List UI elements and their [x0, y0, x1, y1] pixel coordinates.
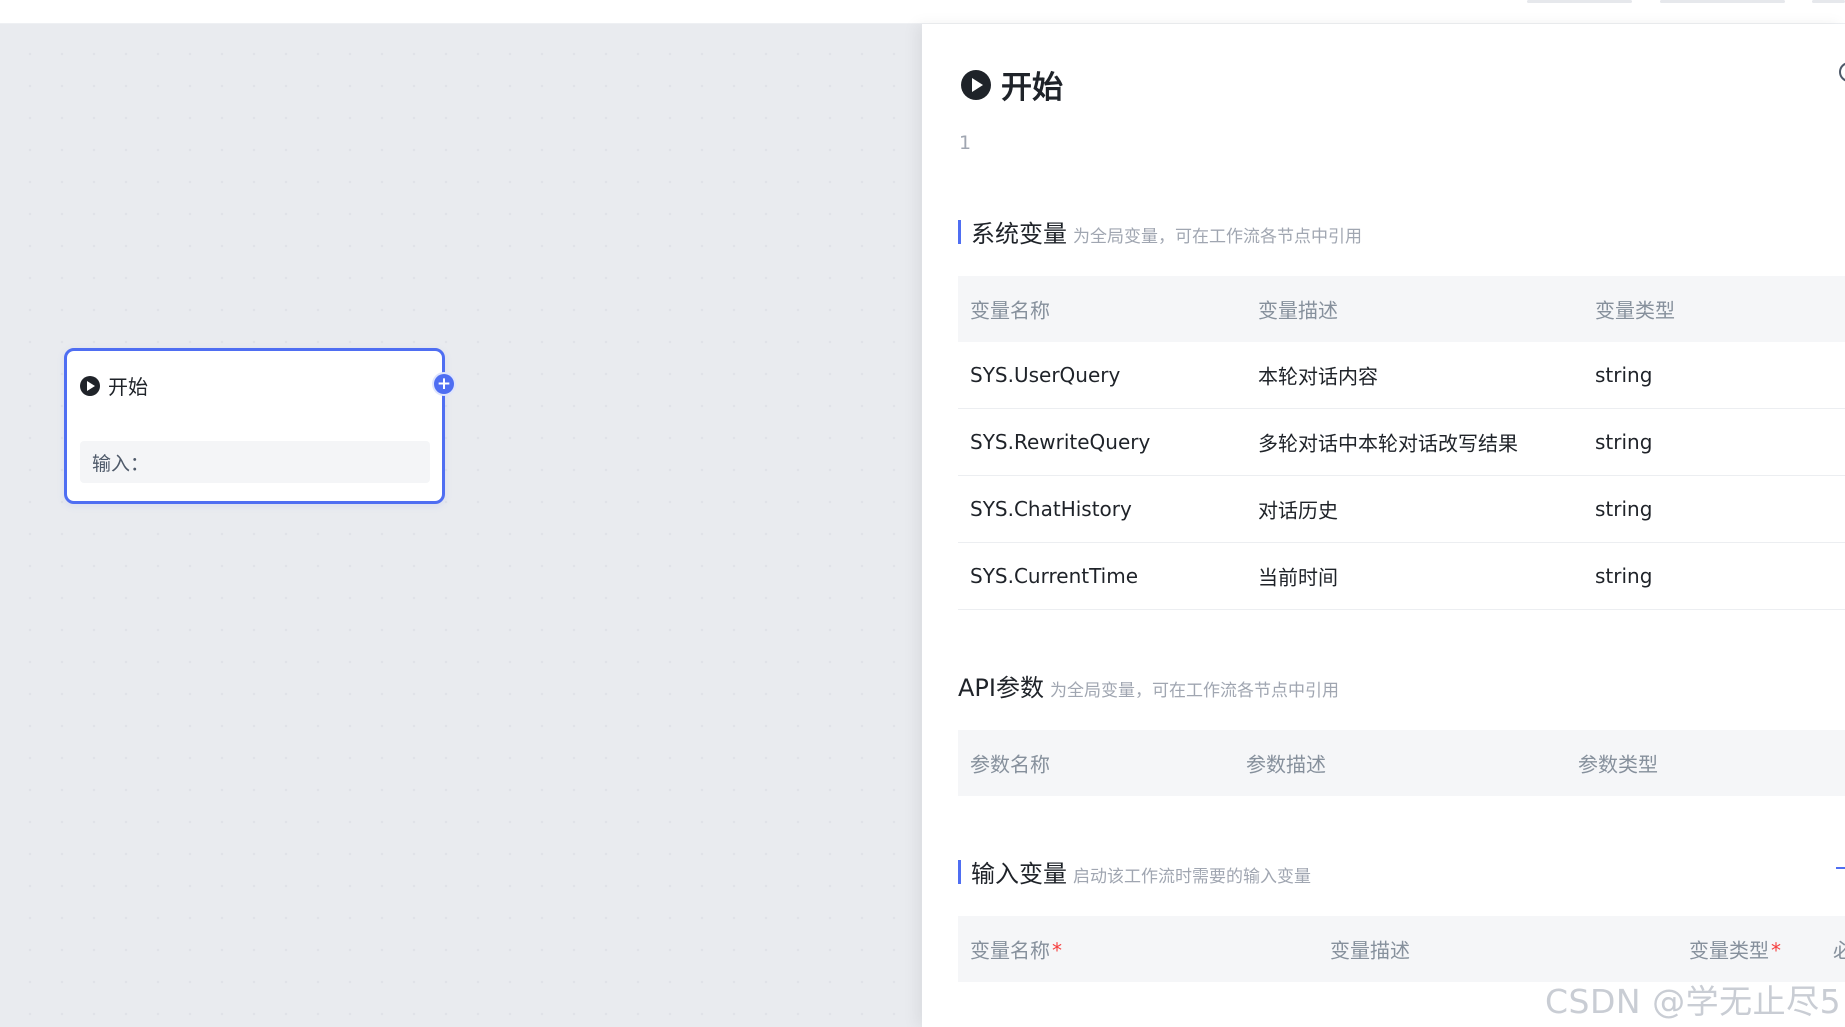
panel-description[interactable]: 1	[959, 132, 971, 154]
column-header-label: 变量名称	[970, 938, 1050, 963]
input-vars-section-title: 输入变量 启动该工作流时需要的输入变量	[958, 854, 1311, 889]
plus-circle-icon[interactable]: +	[434, 374, 454, 394]
start-node[interactable]: 开始 输入： +	[64, 348, 454, 504]
api-params-section-title: API参数 为全局变量，可在工作流各节点中引用	[958, 668, 1339, 703]
top-bar-button[interactable]	[1812, 0, 1845, 3]
table-header: 参数名称 参数描述 参数类型	[958, 730, 1845, 796]
table-row: SYS.CurrentTime 当前时间 string	[958, 543, 1845, 610]
column-header: 必	[1833, 938, 1845, 963]
panel-title: 开始	[1001, 70, 1063, 106]
table-header: 变量名称 * 变量描述 变量类型 * 必	[958, 916, 1845, 982]
var-type: string	[1595, 363, 1653, 387]
section-accent-bar	[958, 219, 961, 244]
column-header: 参数类型	[1578, 752, 1658, 777]
add-input-var-button[interactable]	[1836, 867, 1845, 869]
node-input-field: 输入：	[80, 441, 430, 483]
var-name: SYS.CurrentTime	[970, 564, 1139, 588]
top-bar-button[interactable]	[1527, 0, 1632, 3]
input-vars-table: 变量名称 * 变量描述 变量类型 * 必	[958, 916, 1845, 982]
required-mark: *	[1052, 938, 1062, 963]
section-subtitle: 为全局变量，可在工作流各节点中引用	[1049, 681, 1339, 701]
column-header: 变量类型 *	[1689, 935, 1781, 964]
play-circle-icon	[80, 375, 100, 396]
section-subtitle: 启动该工作流时需要的输入变量	[1073, 867, 1311, 887]
node-input-label: 输入：	[92, 452, 150, 475]
play-circle-icon	[961, 69, 991, 100]
section-title: 系统变量	[971, 220, 1067, 248]
var-desc: 对话历史	[1258, 498, 1338, 523]
panel-header: 开始	[961, 62, 1063, 107]
column-header: 变量描述	[1258, 298, 1338, 323]
var-type: string	[1595, 564, 1653, 588]
column-header: 参数描述	[1246, 752, 1326, 777]
required-mark: *	[1771, 938, 1781, 963]
table-row: SYS.UserQuery 本轮对话内容 string	[958, 342, 1845, 409]
node-title: 开始	[108, 375, 148, 399]
column-header: 变量类型	[1595, 298, 1675, 323]
section-title: API参数	[958, 674, 1044, 702]
var-type: string	[1595, 497, 1653, 521]
system-vars-section-title: 系统变量 为全局变量，可在工作流各节点中引用	[958, 214, 1362, 249]
workflow-canvas[interactable]: 开始 输入： +	[0, 24, 922, 1027]
var-name: SYS.ChatHistory	[970, 497, 1132, 521]
node-config-panel: 开始 1 系统变量 为全局变量，可在工作流各节点中引用 变量名称 变量描述 变量…	[922, 24, 1845, 1027]
api-params-table: 参数名称 参数描述 参数类型	[958, 730, 1845, 796]
column-header: 变量名称 *	[970, 935, 1062, 964]
table-header: 变量名称 变量描述 变量类型	[958, 276, 1845, 342]
section-subtitle: 为全局变量，可在工作流各节点中引用	[1073, 227, 1362, 247]
table-row: SYS.RewriteQuery 多轮对话中本轮对话改写结果 string	[958, 409, 1845, 476]
var-desc: 本轮对话内容	[1258, 364, 1378, 389]
canvas-grid	[0, 24, 922, 1027]
system-vars-table: 变量名称 变量描述 变量类型 SYS.UserQuery 本轮对话内容 stri…	[958, 276, 1845, 610]
var-type: string	[1595, 430, 1653, 454]
column-header-label: 变量类型	[1689, 938, 1769, 963]
var-desc: 当前时间	[1258, 565, 1338, 590]
node-header: 开始	[80, 371, 148, 400]
watermark: CSDN @学无止尽5	[1545, 982, 1842, 1021]
var-desc: 多轮对话中本轮对话改写结果	[1258, 431, 1518, 456]
column-header: 变量名称	[970, 298, 1050, 323]
table-row: SYS.ChatHistory 对话历史 string	[958, 476, 1845, 543]
column-header: 变量描述	[1330, 938, 1410, 963]
var-name: SYS.RewriteQuery	[970, 430, 1151, 454]
top-bar-button[interactable]	[1660, 0, 1785, 3]
section-title: 输入变量	[971, 860, 1067, 888]
section-accent-bar	[958, 859, 961, 884]
var-name: SYS.UserQuery	[970, 363, 1121, 387]
top-bar	[0, 0, 1845, 24]
close-icon[interactable]	[1839, 62, 1845, 82]
column-header: 参数名称	[970, 752, 1050, 777]
